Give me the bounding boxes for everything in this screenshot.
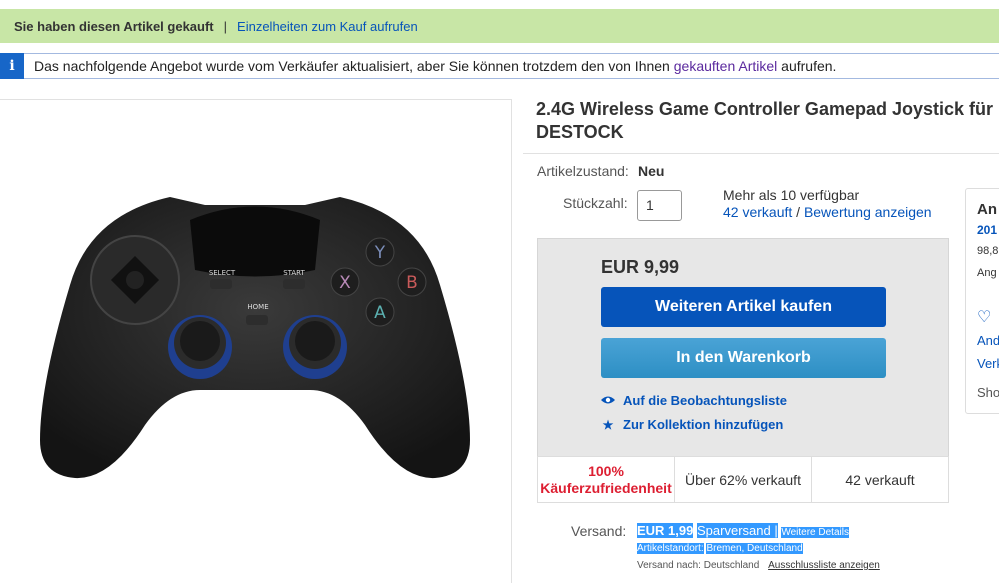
item-location-label: Artikelstandort:	[637, 543, 704, 554]
ship-to-country: Deutschland	[703, 560, 760, 571]
buy-again-button[interactable]: Weiteren Artikel kaufen	[601, 287, 886, 327]
button-y-label: Y	[374, 243, 386, 263]
home-label: HOME	[247, 303, 268, 311]
seller-stats: 100% Käuferzufriedenheit Über 62% verkau…	[537, 456, 949, 503]
shipping-details-link[interactable]: Weitere Details	[781, 527, 849, 538]
start-label: START	[283, 269, 305, 277]
eye-icon	[601, 394, 615, 408]
collection-label: Zur Kollektion hinzufügen	[623, 417, 784, 432]
seller-shop-link[interactable]: Sho	[977, 385, 999, 400]
image-area-right-border	[511, 99, 512, 583]
sold-and-rating: 42 verkauft / Bewertung anzeigen	[723, 204, 932, 220]
seller-heading: An	[977, 201, 997, 218]
add-to-cart-button[interactable]: In den Warenkorb	[601, 338, 886, 378]
heart-icon[interactable]: ♡	[977, 307, 991, 327]
price: EUR 9,99	[601, 257, 680, 277]
seller-link-1[interactable]: And	[977, 333, 999, 348]
purchase-banner: Sie haben diesen Artikel gekauft | Einze…	[0, 9, 999, 43]
info-text-after: aufrufen.	[781, 58, 837, 74]
item-location-line: Artikelstandort: Bremen, Deutschland	[637, 543, 803, 554]
buy-box: EUR 9,99 Weiteren Artikel kaufen In den …	[537, 238, 949, 503]
ship-to-label: Versand nach:	[637, 560, 701, 571]
title-divider	[523, 153, 999, 154]
seller-line: Ang	[977, 267, 997, 279]
item-location: Bremen, Deutschland	[706, 543, 803, 554]
satisfaction-cell: 100% Käuferzufriedenheit	[538, 457, 675, 502]
update-info-banner: i Das nachfolgende Angebot wurde vom Ver…	[0, 52, 999, 79]
button-a-label: A	[374, 303, 386, 323]
product-title-line2: DESTOCK	[536, 122, 624, 142]
purchased-item-link[interactable]: gekauften Artikel	[674, 58, 778, 74]
seller-info-card: An 201 98,8 Ang ♡ And Verk Sho	[965, 188, 999, 414]
button-b-label: B	[406, 273, 418, 293]
purchased-text: Sie haben diesen Artikel gekauft	[14, 18, 214, 34]
seller-link-2[interactable]: Verk	[977, 356, 999, 371]
sold-separator: /	[796, 204, 801, 220]
shipping-label: Versand:	[571, 523, 627, 539]
satisfaction-label: Käuferzufriedenheit	[540, 479, 672, 496]
product-title: 2.4G Wireless Game Controller Gamepad Jo…	[536, 98, 999, 144]
availability-text: Mehr als 10 verfügbar	[723, 187, 860, 203]
info-icon: i	[0, 52, 24, 79]
banner-separator: |	[223, 18, 228, 34]
show-rating-link[interactable]: Bewertung anzeigen	[804, 204, 932, 220]
ship-to-line: Versand nach: Deutschland Ausschlusslist…	[637, 560, 880, 571]
condition-label: Artikelzustand:	[537, 163, 629, 179]
shipping-price: EUR 1,99	[637, 523, 694, 538]
quantity-input[interactable]: 1	[637, 190, 682, 221]
satisfaction-percent: 100%	[588, 462, 624, 479]
select-label: SELECT	[209, 269, 236, 277]
purchase-details-link[interactable]: Einzelheiten zum Kauf aufrufen	[237, 19, 418, 34]
sold-percent-cell: Über 62% verkauft	[675, 457, 812, 502]
shipping-price-line: EUR 1,99 Sparversand | Weitere Details	[637, 523, 849, 538]
add-to-watchlist-link[interactable]: Auf die Beobachtungsliste	[601, 393, 787, 408]
add-to-collection-link[interactable]: ★ Zur Kollektion hinzufügen	[601, 417, 784, 432]
button-x-label: X	[339, 273, 351, 293]
seller-rating: 98,8	[977, 245, 999, 257]
condition-value: Neu	[638, 163, 665, 179]
update-info-message: Das nachfolgende Angebot wurde vom Verkä…	[24, 58, 836, 74]
product-image[interactable]: Y X B A SELECT START HOME	[30, 175, 480, 495]
watchlist-label: Auf die Beobachtungsliste	[623, 393, 787, 408]
shipping-method: Sparversand |	[697, 523, 778, 538]
exclusion-list-link[interactable]: Ausschlussliste anzeigen	[768, 560, 880, 571]
star-icon: ★	[602, 417, 614, 432]
info-text-before: Das nachfolgende Angebot wurde vom Verkä…	[34, 58, 670, 74]
quantity-label: Stückzahl:	[563, 195, 628, 211]
sold-count-link[interactable]: 42 verkauft	[723, 204, 792, 220]
gamepad-image: Y X B A SELECT START HOME	[40, 197, 470, 479]
product-title-line1: 2.4G Wireless Game Controller Gamepad Jo…	[536, 99, 994, 119]
seller-feedback-count[interactable]: 201	[977, 223, 997, 237]
image-area-top-border	[0, 99, 512, 100]
sold-count-cell: 42 verkauft	[845, 471, 915, 488]
